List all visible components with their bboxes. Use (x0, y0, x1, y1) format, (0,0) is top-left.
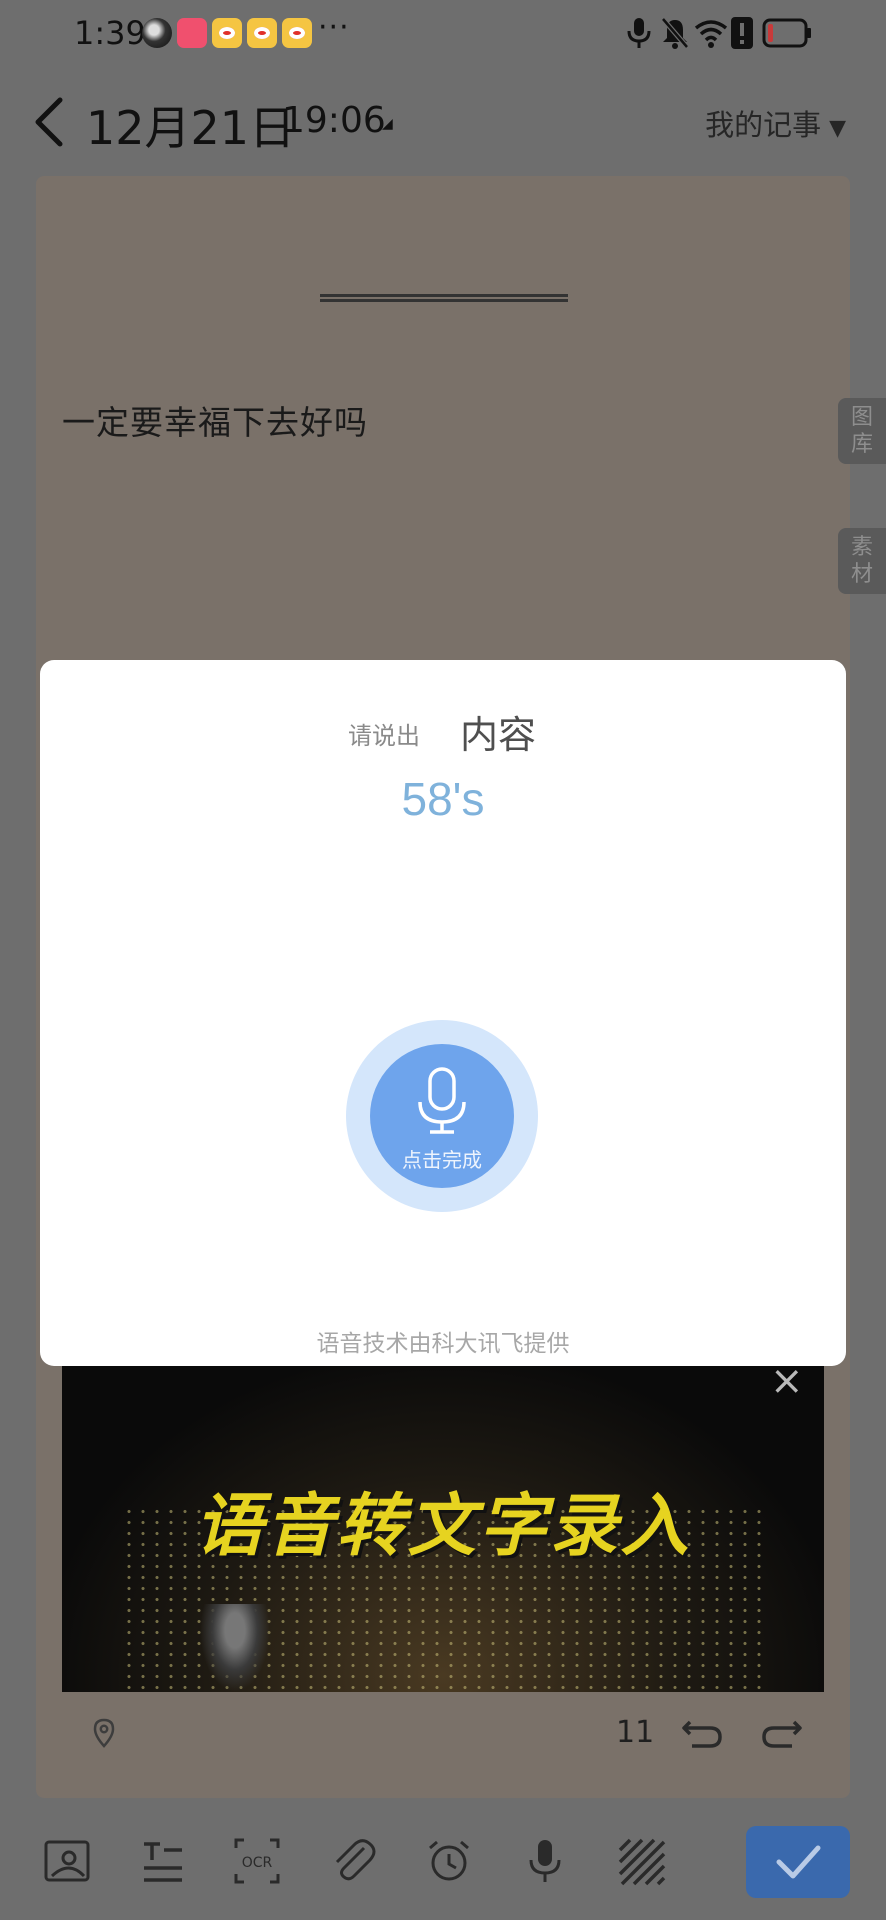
time-label[interactable]: 19:06 (282, 100, 386, 141)
confirm-button[interactable] (746, 1826, 850, 1898)
avatar-icon (142, 18, 172, 48)
time-caret-icon: ◢ (382, 116, 393, 132)
gallery-tab-label: 图 库 (850, 405, 873, 457)
ocr-icon[interactable]: OCR (232, 1836, 282, 1886)
bell-off-icon (661, 17, 689, 49)
wifi-icon (694, 20, 728, 48)
pattern-icon[interactable] (616, 1836, 666, 1886)
prompt-label: 请说出 (348, 722, 420, 750)
finish-recording-button[interactable]: 点击完成 (346, 1020, 538, 1212)
note-divider (320, 294, 568, 302)
mic-icon (627, 18, 651, 48)
notebook-selector[interactable]: 我的记事 ▼ (705, 102, 846, 144)
battery-icon (762, 18, 811, 48)
weibo-icon (212, 18, 242, 48)
voice-input-dialog: 请说出 内容 58's 点击完成 语音技术由科大讯飞提供 (40, 660, 846, 1366)
back-button[interactable] (28, 94, 72, 150)
countdown-timer: 58's (401, 773, 485, 825)
mic-icon[interactable] (520, 1836, 570, 1886)
status-time: 1:39 (74, 14, 146, 52)
check-icon (776, 1845, 821, 1879)
note-content[interactable]: 一定要幸福下去好吗 (62, 396, 368, 444)
provider-credit: 语音技术由科大讯飞提供 (316, 1331, 570, 1357)
location-icon[interactable] (92, 1718, 116, 1748)
notebook-label: 我的记事 (705, 108, 822, 142)
undo-button[interactable] (680, 1714, 724, 1750)
redo-button[interactable] (760, 1714, 804, 1750)
text-format-icon[interactable] (138, 1836, 188, 1886)
weibo-icon (282, 18, 312, 48)
material-tab[interactable]: 素 材 (838, 528, 886, 594)
ocr-label: OCR (242, 1855, 273, 1871)
finish-label: 点击完成 (402, 1148, 482, 1172)
image-icon[interactable] (42, 1836, 92, 1886)
mic-button-core[interactable]: 点击完成 (370, 1044, 514, 1188)
header: 12月21日 19:06 ◢ 我的记事 ▼ (0, 80, 886, 160)
word-count: 11 (616, 1715, 655, 1750)
gallery-tab[interactable]: 图 库 (838, 398, 886, 464)
status-bar: 1:39 ··· (0, 0, 886, 68)
material-tab-label: 素 材 (850, 535, 873, 587)
alarm-icon[interactable] (424, 1836, 474, 1886)
prompt-word: 内容 (460, 713, 537, 757)
ad-banner[interactable]: 语音转文字录入 (62, 1366, 824, 1692)
ad-title: 语音转文字录入 (194, 1487, 692, 1566)
bottom-toolbar: OCR (0, 1800, 886, 1920)
date-title[interactable]: 12月21日 (86, 92, 295, 158)
ad-performer-image (200, 1604, 270, 1692)
more-notifications: ··· (318, 10, 350, 45)
weibo-icon (247, 18, 277, 48)
shop-icon (177, 18, 207, 48)
microphone-icon (418, 1067, 466, 1134)
alert-icon (731, 17, 753, 49)
dropdown-caret-icon: ▼ (829, 116, 846, 141)
attachment-icon[interactable] (328, 1836, 378, 1886)
